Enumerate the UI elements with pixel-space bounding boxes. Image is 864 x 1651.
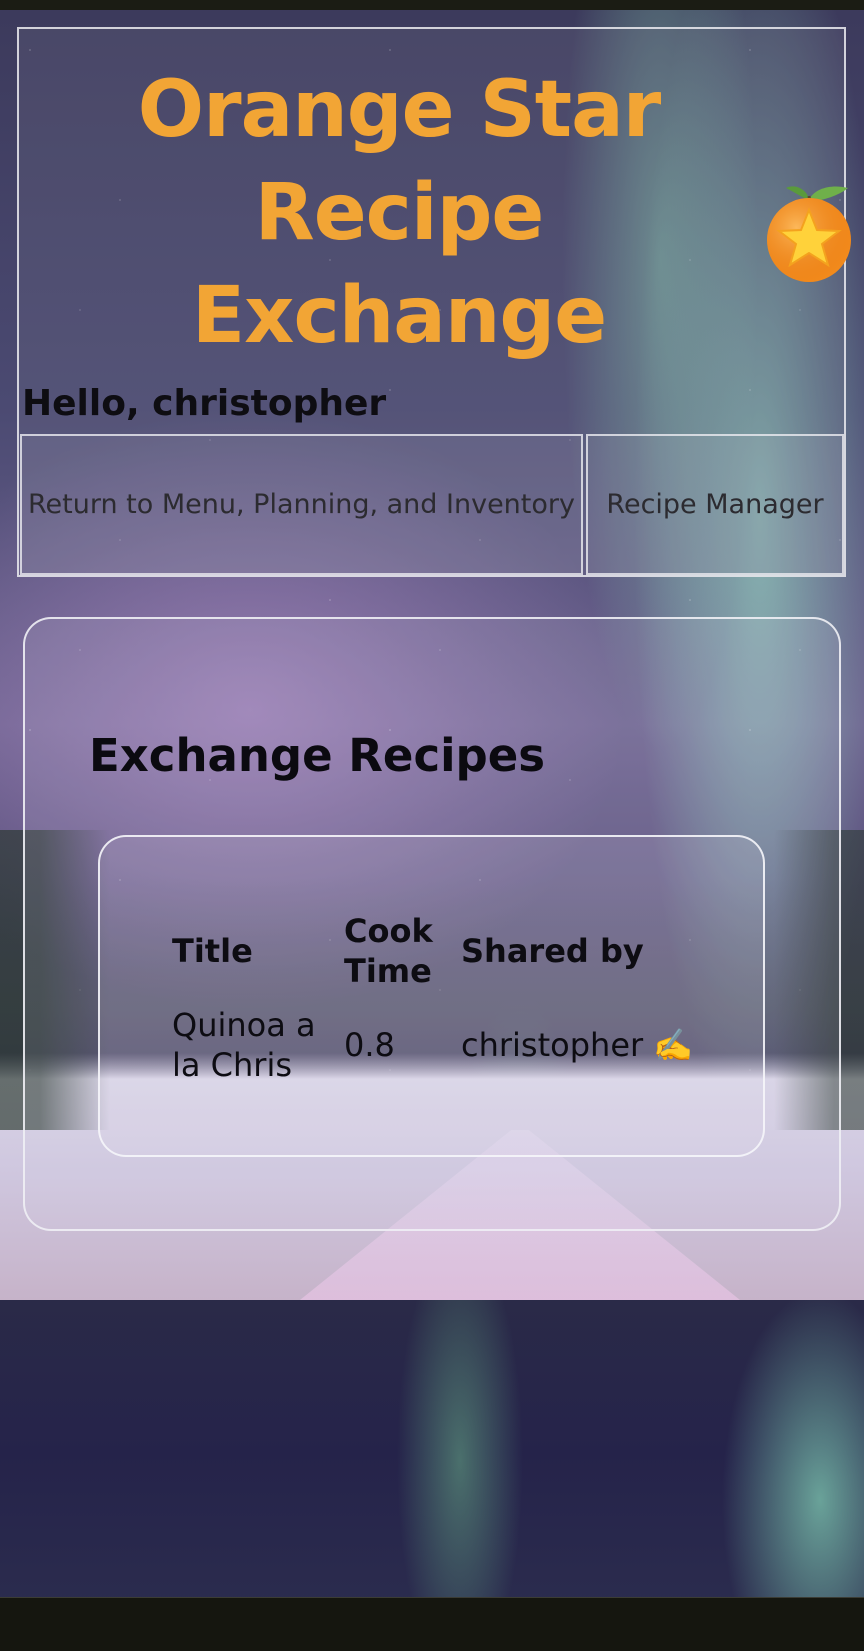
exchange-recipes-heading: Exchange Recipes: [89, 729, 546, 782]
user-greeting: Hello, christopher: [22, 383, 387, 424]
return-to-menu-label: Return to Menu, Planning, and Inventory: [28, 489, 575, 520]
recipe-manager-label: Recipe Manager: [606, 489, 824, 520]
window-bottom-bar: [0, 1597, 864, 1651]
exchange-recipes-panel: Exchange Recipes Title Cook Time Shared …: [23, 617, 841, 1231]
recipe-cook-time-cell: 0.8: [344, 1026, 395, 1064]
orange-star-logo-icon: [764, 182, 854, 282]
return-to-menu-button[interactable]: Return to Menu, Planning, and Inventory: [20, 434, 583, 575]
table-header-row: Title Cook Time Shared by: [172, 911, 753, 1001]
recipe-table: Title Cook Time Shared by Quinoa a la Ch…: [172, 911, 753, 1085]
recipe-table-card: Title Cook Time Shared by Quinoa a la Ch…: [98, 835, 765, 1157]
column-header-title: Title: [172, 932, 253, 970]
recipe-title-cell[interactable]: Quinoa a la Chris: [172, 1001, 344, 1085]
recipe-shared-by-cell: christopher ✍️: [461, 1026, 694, 1064]
column-header-cook-time: Cook Time: [344, 912, 433, 990]
column-header-shared-by: Shared by: [461, 932, 644, 970]
aurora-sky-lower: [0, 1300, 864, 1597]
recipe-manager-button[interactable]: Recipe Manager: [586, 434, 844, 575]
table-row[interactable]: Quinoa a la Chris 0.8 christopher ✍️: [172, 1001, 753, 1085]
app-title: Orange Star Recipe Exchange: [137, 65, 661, 361]
header-section: Orange Star Recipe Exchange Hello, chris…: [17, 27, 851, 577]
